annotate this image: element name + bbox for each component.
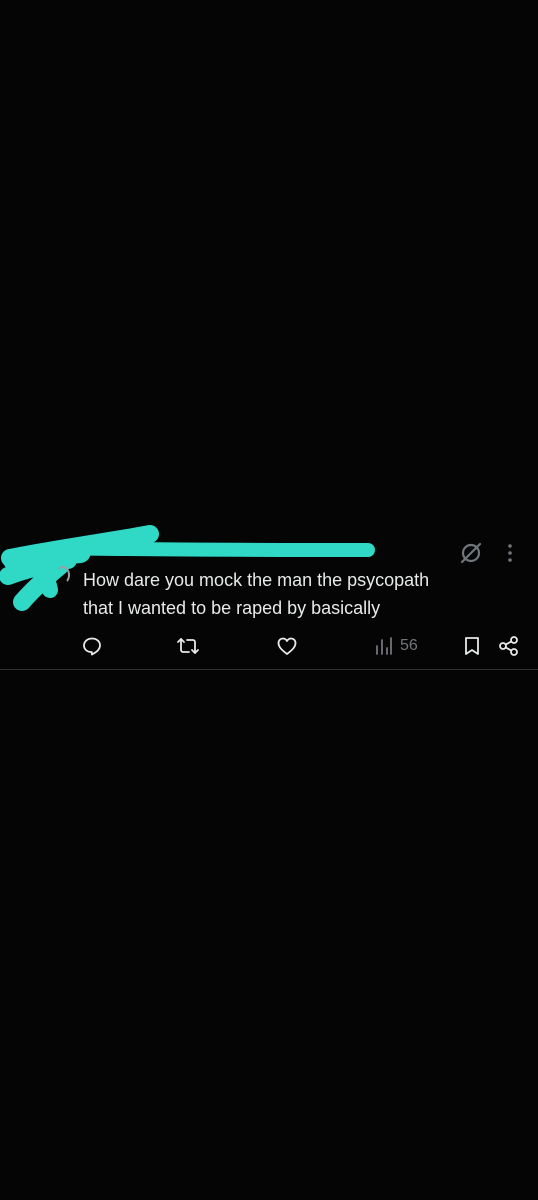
grok-icon[interactable]	[458, 540, 484, 566]
post-text: How dare you mock the man the psycopath …	[83, 570, 430, 618]
post-actions-bar: 56	[0, 632, 538, 660]
more-vertical-icon[interactable]	[502, 541, 518, 565]
reply-button[interactable]	[81, 632, 103, 660]
views-chart-icon	[374, 635, 394, 657]
like-heart-icon	[276, 635, 298, 657]
repost-button[interactable]	[176, 632, 200, 660]
share-icon	[497, 635, 521, 657]
share-button[interactable]	[497, 632, 521, 660]
repost-icon	[176, 635, 200, 657]
bookmark-icon	[462, 635, 482, 657]
avatar[interactable]	[56, 566, 70, 584]
views-count: 56	[400, 637, 418, 654]
views-button[interactable]: 56	[374, 632, 418, 660]
like-button[interactable]	[276, 632, 298, 660]
post-divider	[0, 669, 538, 670]
bookmark-button[interactable]	[462, 632, 482, 660]
reply-icon	[81, 635, 103, 657]
